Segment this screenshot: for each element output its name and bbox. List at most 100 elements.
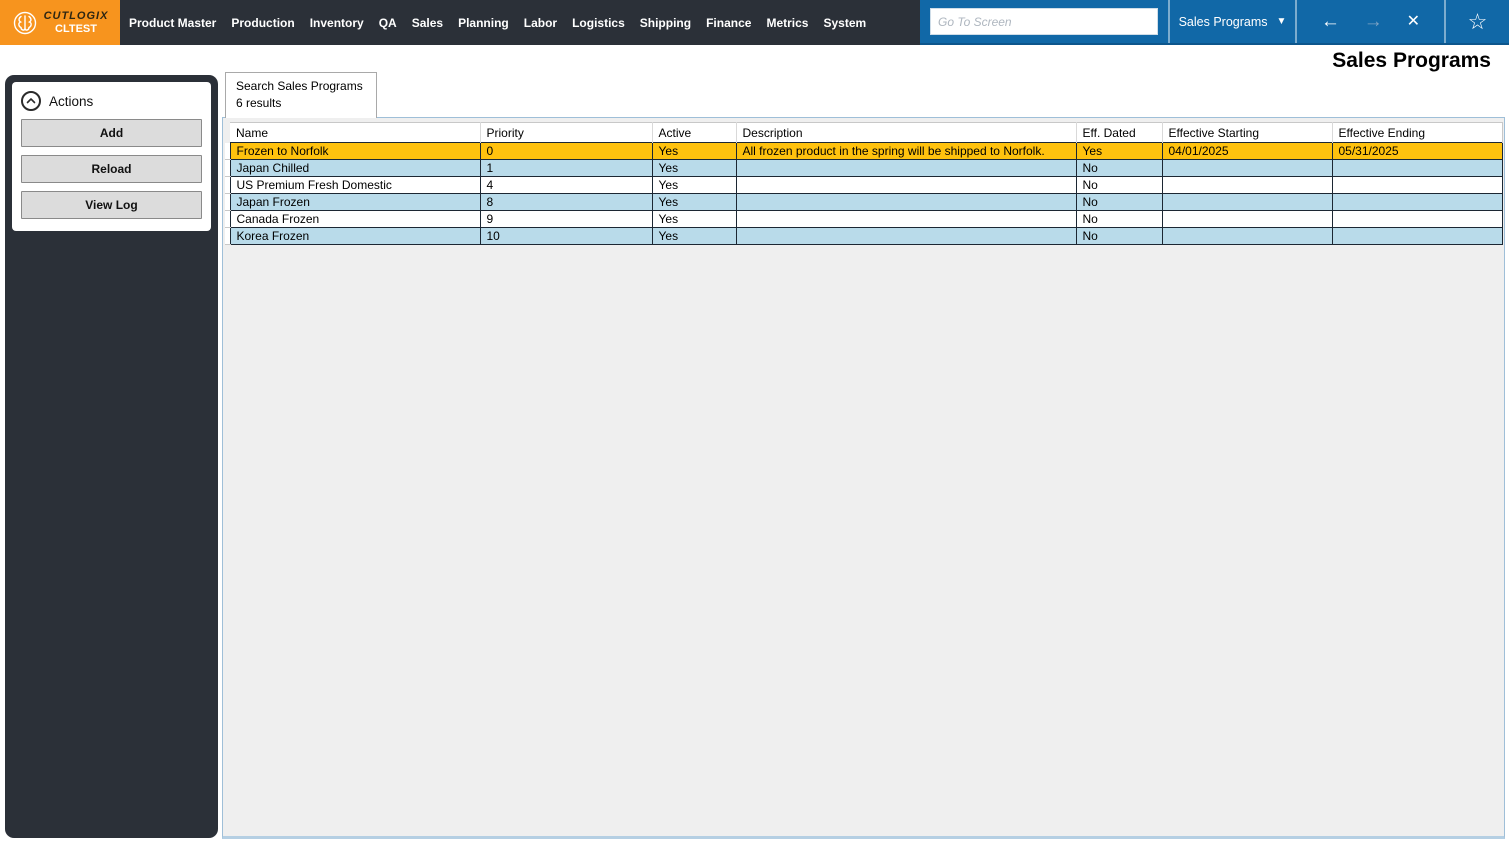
table-body: Frozen to Norfolk 0 Yes All frozen produ… [225, 143, 1502, 245]
cell-effective-ending: 05/31/2025 [1332, 143, 1502, 160]
tab-results-count: 6 results [236, 95, 366, 112]
actions-button-list: Add Reload View Log [21, 119, 202, 219]
chevron-down-icon: ▼ [1277, 16, 1287, 27]
action-button[interactable]: Add [21, 119, 202, 147]
nav-item[interactable]: Metrics [766, 16, 808, 30]
results-panel: NamePriorityActiveDescriptionEff. DatedE… [222, 117, 1505, 839]
cell-name: Japan Frozen [230, 194, 480, 211]
topbar-blue-zone: Sales Programs ▼ ← → ✕ ☆ [920, 0, 1509, 45]
table-header-row: NamePriorityActiveDescriptionEff. DatedE… [225, 123, 1502, 143]
cell-effective-starting [1162, 177, 1332, 194]
brand-logo-icon [12, 10, 38, 36]
nav-item[interactable]: Planning [458, 16, 509, 30]
cell-effective-starting [1162, 211, 1332, 228]
column-header[interactable]: Active [652, 123, 736, 143]
table-row[interactable]: Korea Frozen 10 Yes No [225, 228, 1502, 245]
nav-item[interactable]: Sales [412, 16, 443, 30]
table-row[interactable]: Canada Frozen 9 Yes No [225, 211, 1502, 228]
main-nav: Product Master Production Inventory QA Sales… [120, 0, 920, 45]
brand-environment: CLTEST [55, 23, 97, 35]
cell-name: Frozen to Norfolk [230, 143, 480, 160]
nav-item[interactable]: Labor [524, 16, 557, 30]
cell-effective-starting [1162, 194, 1332, 211]
cell-priority: 4 [480, 177, 652, 194]
cell-name: Japan Chilled [230, 160, 480, 177]
forward-icon[interactable]: → [1364, 12, 1383, 31]
cell-effective-ending [1332, 160, 1502, 177]
screen-dropdown[interactable]: Sales Programs ▼ [1170, 0, 1295, 43]
cell-effective-ending [1332, 194, 1502, 211]
cell-active: Yes [652, 177, 736, 194]
actions-panel: Actions Add Reload View Log [12, 82, 211, 231]
goto-screen-input[interactable] [930, 8, 1158, 35]
sales-programs-table: NamePriorityActiveDescriptionEff. DatedE… [225, 122, 1503, 245]
screen-dropdown-value: Sales Programs [1179, 15, 1268, 29]
cell-effective-ending [1332, 177, 1502, 194]
cell-active: Yes [652, 228, 736, 245]
cell-name: Canada Frozen [230, 211, 480, 228]
table-row[interactable]: Japan Frozen 8 Yes No [225, 194, 1502, 211]
tab-search-sales-programs[interactable]: Search Sales Programs 6 results [225, 72, 377, 118]
column-header[interactable]: Eff. Dated [1076, 123, 1162, 143]
cell-priority: 10 [480, 228, 652, 245]
column-header[interactable]: Priority [480, 123, 652, 143]
table-row[interactable]: US Premium Fresh Domestic 4 Yes No [225, 177, 1502, 194]
column-header[interactable]: Name [230, 123, 480, 143]
nav-item[interactable]: QA [379, 16, 397, 30]
cell-description [736, 228, 1076, 245]
table-row[interactable]: Japan Chilled 1 Yes No [225, 160, 1502, 177]
actions-sidebar: Actions Add Reload View Log [5, 75, 218, 838]
cell-active: Yes [652, 211, 736, 228]
nav-item[interactable]: Logistics [572, 16, 625, 30]
nav-item[interactable]: Inventory [310, 16, 364, 30]
cell-effective-ending [1332, 228, 1502, 245]
nav-item[interactable]: Product Master [129, 16, 216, 30]
cell-priority: 8 [480, 194, 652, 211]
cell-active: Yes [652, 160, 736, 177]
top-bar: CUTLOGIX CLTEST Product Master Production… [0, 0, 1509, 45]
nav-history-section: ← → ✕ [1297, 0, 1444, 43]
cell-eff-dated: Yes [1076, 143, 1162, 160]
favorite-section: ☆ [1446, 0, 1509, 43]
actions-panel-title: Actions [49, 94, 93, 109]
column-header[interactable]: Effective Starting [1162, 123, 1332, 143]
cell-eff-dated: No [1076, 177, 1162, 194]
cell-description [736, 194, 1076, 211]
table-row[interactable]: Frozen to Norfolk 0 Yes All frozen produ… [225, 143, 1502, 160]
cell-effective-starting: 04/01/2025 [1162, 143, 1332, 160]
nav-item[interactable]: Shipping [640, 16, 691, 30]
back-icon[interactable]: ← [1321, 12, 1340, 31]
goto-screen-section [920, 0, 1168, 43]
nav-item[interactable]: System [823, 16, 866, 30]
cell-effective-ending [1332, 211, 1502, 228]
close-icon[interactable]: ✕ [1407, 14, 1420, 30]
cell-effective-starting [1162, 228, 1332, 245]
page-title: Sales Programs [1332, 49, 1491, 73]
cell-priority: 1 [480, 160, 652, 177]
cell-priority: 9 [480, 211, 652, 228]
column-header[interactable]: Description [736, 123, 1076, 143]
brand-logo: CUTLOGIX CLTEST [0, 0, 120, 45]
cell-active: Yes [652, 194, 736, 211]
cell-description: All frozen product in the spring will be… [736, 143, 1076, 160]
cell-description [736, 177, 1076, 194]
cell-eff-dated: No [1076, 228, 1162, 245]
tab-title: Search Sales Programs [236, 78, 366, 95]
cell-active: Yes [652, 143, 736, 160]
cell-name: Korea Frozen [230, 228, 480, 245]
cell-effective-starting [1162, 160, 1332, 177]
favorite-icon[interactable]: ☆ [1468, 11, 1488, 33]
brand-name: CUTLOGIX [44, 10, 109, 22]
cell-eff-dated: No [1076, 160, 1162, 177]
cell-eff-dated: No [1076, 211, 1162, 228]
action-button[interactable]: Reload [21, 155, 202, 183]
cell-name: US Premium Fresh Domestic [230, 177, 480, 194]
action-button[interactable]: View Log [21, 191, 202, 219]
nav-item[interactable]: Production [231, 16, 294, 30]
cell-description [736, 211, 1076, 228]
cell-priority: 0 [480, 143, 652, 160]
cell-description [736, 160, 1076, 177]
nav-item[interactable]: Finance [706, 16, 751, 30]
column-header[interactable]: Effective Ending [1332, 123, 1502, 143]
collapse-panel-icon[interactable] [21, 91, 41, 111]
